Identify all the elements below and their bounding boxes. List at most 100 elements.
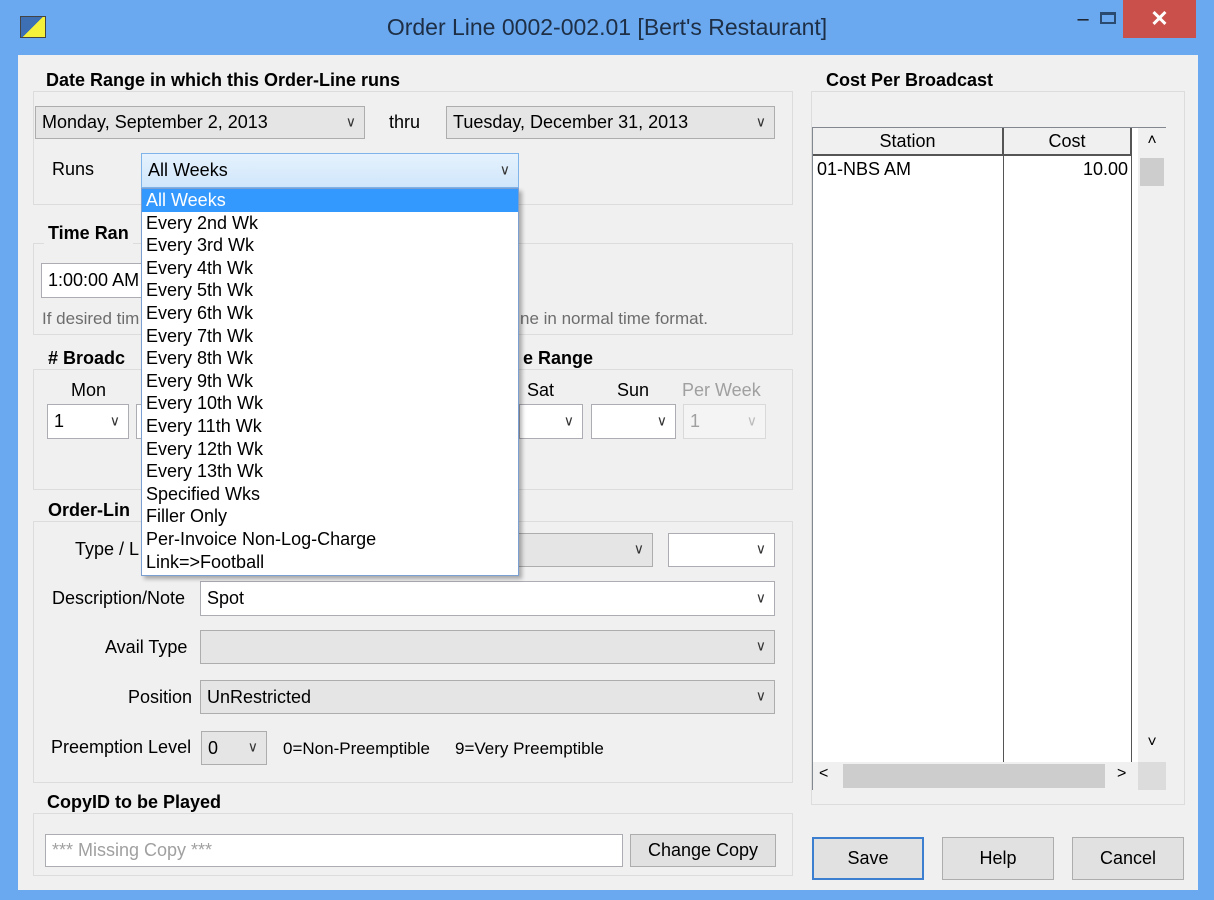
avail-type-label: Avail Type <box>105 637 188 657</box>
horizontal-scrollbar[interactable]: < > <box>813 762 1138 790</box>
description-value: Spot <box>207 588 245 608</box>
vertical-scrollbar[interactable]: ˄ ˅ <box>1138 128 1166 762</box>
runs-option[interactable]: Link=>Football <box>142 551 518 574</box>
runs-value: All Weeks <box>148 160 228 180</box>
title-bar: Order Line 0002-002.01 [Bert's Restauran… <box>0 0 1214 52</box>
type-label: Type / L <box>75 539 140 559</box>
scrollbar-corner <box>1138 762 1166 790</box>
maximize-button[interactable] <box>1096 8 1120 32</box>
close-button[interactable]: ✕ <box>1123 0 1196 38</box>
thru-label: thru <box>389 112 421 132</box>
mon-combo[interactable]: 1 ∨ <box>47 404 129 439</box>
scroll-right-icon[interactable]: > <box>1117 765 1126 783</box>
copy-id-input[interactable]: *** Missing Copy *** <box>45 834 623 867</box>
cancel-button[interactable]: Cancel <box>1072 837 1184 880</box>
column-divider <box>1131 156 1132 762</box>
sun-combo[interactable]: ∨ <box>591 404 676 439</box>
column-header-station[interactable]: Station <box>813 128 1004 156</box>
preemption-hint-low: 0=Non-Preemptible <box>283 739 430 758</box>
chevron-down-icon: ∨ <box>755 540 766 557</box>
runs-option[interactable]: Every 6th Wk <box>142 302 518 325</box>
window-title: Order Line 0002-002.01 [Bert's Restauran… <box>386 14 828 40</box>
chevron-down-icon: ∨ <box>633 540 644 557</box>
help-button[interactable]: Help <box>942 837 1054 880</box>
chevron-down-icon: ∨ <box>563 412 574 429</box>
sat-combo[interactable]: ∨ <box>519 404 583 439</box>
chevron-down-icon: ∨ <box>755 637 766 654</box>
time-range-title: Time Ran <box>44 223 133 244</box>
runs-option[interactable]: Every 11th Wk <box>142 415 518 438</box>
chevron-down-icon: ∨ <box>499 161 510 178</box>
position-combo[interactable]: UnRestricted ∨ <box>200 680 775 714</box>
runs-option[interactable]: Every 2nd Wk <box>142 212 518 235</box>
chevron-down-icon: ∨ <box>247 738 258 755</box>
sun-label: Sun <box>617 380 650 400</box>
position-value: UnRestricted <box>207 686 312 707</box>
runs-option[interactable]: Per-Invoice Non-Log-Charge <box>142 528 518 551</box>
end-date-value: Tuesday, December 31, 2013 <box>453 112 689 132</box>
start-date-value: Monday, September 2, 2013 <box>42 112 268 132</box>
type-secondary-combo[interactable]: ∨ <box>668 533 775 567</box>
chevron-down-icon: ∨ <box>345 113 356 130</box>
runs-option[interactable]: Specified Wks <box>142 483 518 506</box>
per-week-label: Per Week <box>682 380 761 400</box>
column-divider <box>1003 156 1004 762</box>
runs-option[interactable]: Every 5th Wk <box>142 279 518 302</box>
minimize-button[interactable]: – <box>1068 8 1098 32</box>
table-row[interactable]: 01-NBS AM 10.00 <box>813 156 1132 182</box>
preemption-label: Preemption Level <box>51 737 192 757</box>
runs-label: Runs <box>52 159 95 179</box>
runs-option[interactable]: Every 4th Wk <box>142 257 518 280</box>
cost-title: Cost Per Broadcast <box>822 70 998 91</box>
copy-title: CopyID to be Played <box>43 792 226 813</box>
maximize-icon <box>1100 12 1116 24</box>
scroll-down-icon[interactable]: ˅ <box>1138 734 1166 752</box>
runs-option[interactable]: Every 9th Wk <box>142 370 518 393</box>
save-button[interactable]: Save <box>812 837 924 880</box>
scroll-up-icon[interactable]: ˄ <box>1138 132 1166 150</box>
position-label: Position <box>128 687 193 707</box>
runs-combo[interactable]: All Weeks ∨ <box>141 153 519 188</box>
mon-label: Mon <box>71 380 107 400</box>
runs-dropdown-list[interactable]: All Weeks Every 2nd Wk Every 3rd Wk Every 4… <box>141 188 519 576</box>
chevron-down-icon: ∨ <box>755 589 766 606</box>
preemption-value: 0 <box>208 737 219 758</box>
order-line-title: Order-Lin <box>44 500 135 521</box>
broadcasts-title-left: # Broadc <box>44 348 130 369</box>
chevron-down-icon: ∨ <box>109 412 120 429</box>
broadcasts-title-right: e Range <box>519 348 598 369</box>
runs-option[interactable]: Every 13th Wk <box>142 460 518 483</box>
preemption-hint-high: 9=Very Preemptible <box>455 739 604 758</box>
chevron-down-icon: ∨ <box>755 687 766 704</box>
chevron-down-icon: ∨ <box>746 412 757 429</box>
time-hint-right: ne in normal time format. <box>520 309 709 328</box>
runs-option[interactable]: Every 10th Wk <box>142 392 518 415</box>
time-hint-left: If desired tim <box>42 309 140 328</box>
per-week-value: 1 <box>690 411 701 431</box>
station-cell: 01-NBS AM <box>817 159 912 179</box>
date-range-title: Date Range in which this Order-Line runs <box>42 70 405 91</box>
chevron-down-icon: ∨ <box>656 412 667 429</box>
runs-option[interactable]: Every 12th Wk <box>142 438 518 461</box>
scrollbar-thumb[interactable] <box>843 764 1105 788</box>
cost-grid: Station Cost 01-NBS AM 10.00 ˄ ˅ < > <box>812 127 1166 790</box>
change-copy-button[interactable]: Change Copy <box>630 834 776 867</box>
end-date-combo[interactable]: Tuesday, December 31, 2013 ∨ <box>446 106 775 139</box>
scroll-left-icon[interactable]: < <box>819 765 828 783</box>
runs-option[interactable]: Every 3rd Wk <box>142 234 518 257</box>
start-date-combo[interactable]: Monday, September 2, 2013 ∨ <box>35 106 365 139</box>
scrollbar-thumb[interactable] <box>1140 158 1164 186</box>
avail-type-combo[interactable]: ∨ <box>200 630 775 664</box>
runs-option[interactable]: All Weeks <box>142 189 518 212</box>
runs-option[interactable]: Every 8th Wk <box>142 347 518 370</box>
mon-value: 1 <box>54 411 65 431</box>
cost-cell: 10.00 <box>1082 159 1128 179</box>
column-header-cost[interactable]: Cost <box>1004 128 1132 156</box>
description-combo[interactable]: Spot ∨ <box>200 581 775 616</box>
runs-option[interactable]: Every 7th Wk <box>142 325 518 348</box>
preemption-combo[interactable]: 0 ∨ <box>201 731 267 765</box>
chevron-down-icon: ∨ <box>755 113 766 130</box>
per-week-combo: 1 ∨ <box>683 404 766 439</box>
description-label: Description/Note <box>52 588 186 608</box>
runs-option[interactable]: Filler Only <box>142 505 518 528</box>
